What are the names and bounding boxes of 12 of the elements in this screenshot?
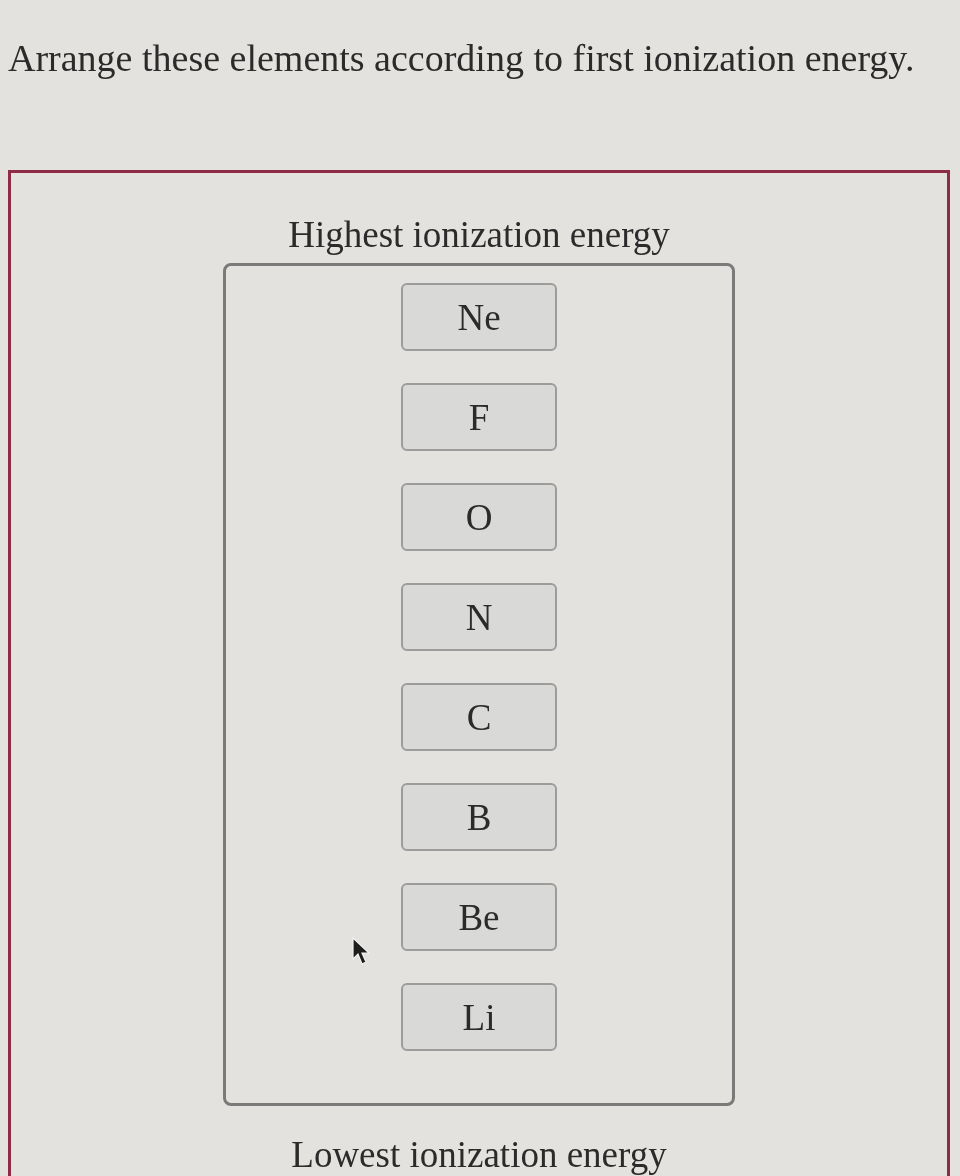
element-tile[interactable]: N: [401, 583, 557, 651]
top-label: Highest ionization energy: [288, 214, 670, 256]
element-tile[interactable]: Ne: [401, 283, 557, 351]
cursor-icon: [352, 937, 370, 965]
element-tile[interactable]: B: [401, 783, 557, 851]
bottom-label: Lowest ionization energy: [291, 1134, 667, 1176]
element-tile[interactable]: C: [401, 683, 557, 751]
element-tile[interactable]: Be: [401, 883, 557, 951]
element-tile[interactable]: Li: [401, 983, 557, 1051]
question-text: Arrange these elements according to first ionization energy.: [8, 36, 916, 80]
element-tile[interactable]: O: [401, 483, 557, 551]
element-tile[interactable]: F: [401, 383, 557, 451]
